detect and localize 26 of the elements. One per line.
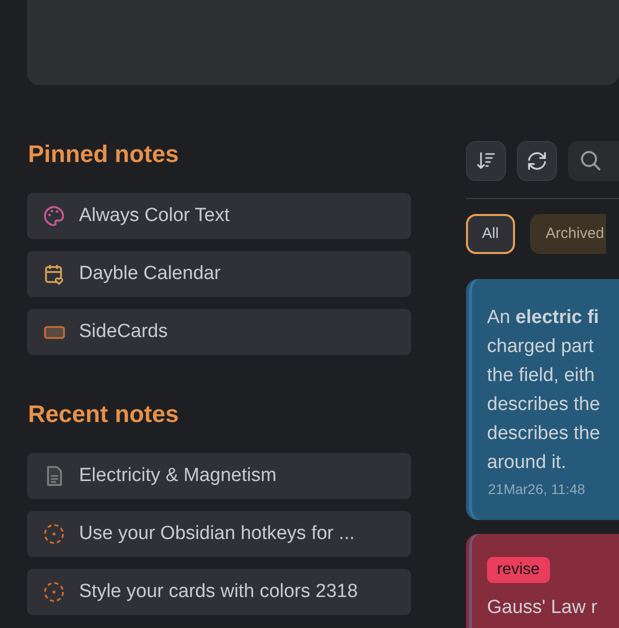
refresh-button[interactable] (517, 141, 557, 181)
refresh-icon (526, 150, 548, 172)
note-item[interactable]: Style your cards with colors 2318 (27, 569, 411, 615)
note-item[interactable]: Dayble Calendar (27, 251, 411, 297)
dashed-circle-icon (43, 523, 65, 545)
sort-icon (476, 151, 496, 171)
tag: revise (487, 557, 550, 583)
note-item[interactable]: SideCards (27, 309, 411, 355)
dashed-circle-icon (43, 581, 65, 603)
card-text: Gauss' Law r (487, 596, 598, 620)
search-field[interactable] (568, 141, 619, 181)
palette-icon (43, 205, 65, 227)
filter-chip[interactable]: All (466, 214, 515, 254)
note-card[interactable]: An electric fi charged part the field, eith describes the describes the around it. 21Mar26, 11:48 (466, 279, 619, 520)
card-text: An electric fi charged part the field, eith describes the describes the around it. (487, 306, 602, 475)
section-heading: Pinned notes (28, 141, 180, 169)
note-item[interactable]: Electricity & Magnetism (27, 453, 411, 499)
card-date: 21Mar26, 11:48 (487, 480, 586, 499)
search-icon (580, 150, 602, 172)
sort-button[interactable] (466, 141, 506, 181)
note-item[interactable]: Always Color Text (27, 193, 411, 239)
note-item[interactable]: Use your Obsidian hotkeys for ... (27, 511, 411, 557)
filter-chip[interactable]: Archived (530, 214, 606, 254)
section-heading: Recent notes (28, 401, 180, 429)
note-card[interactable]: revise Gauss' Law r (466, 534, 619, 628)
calendar-icon (43, 263, 65, 285)
